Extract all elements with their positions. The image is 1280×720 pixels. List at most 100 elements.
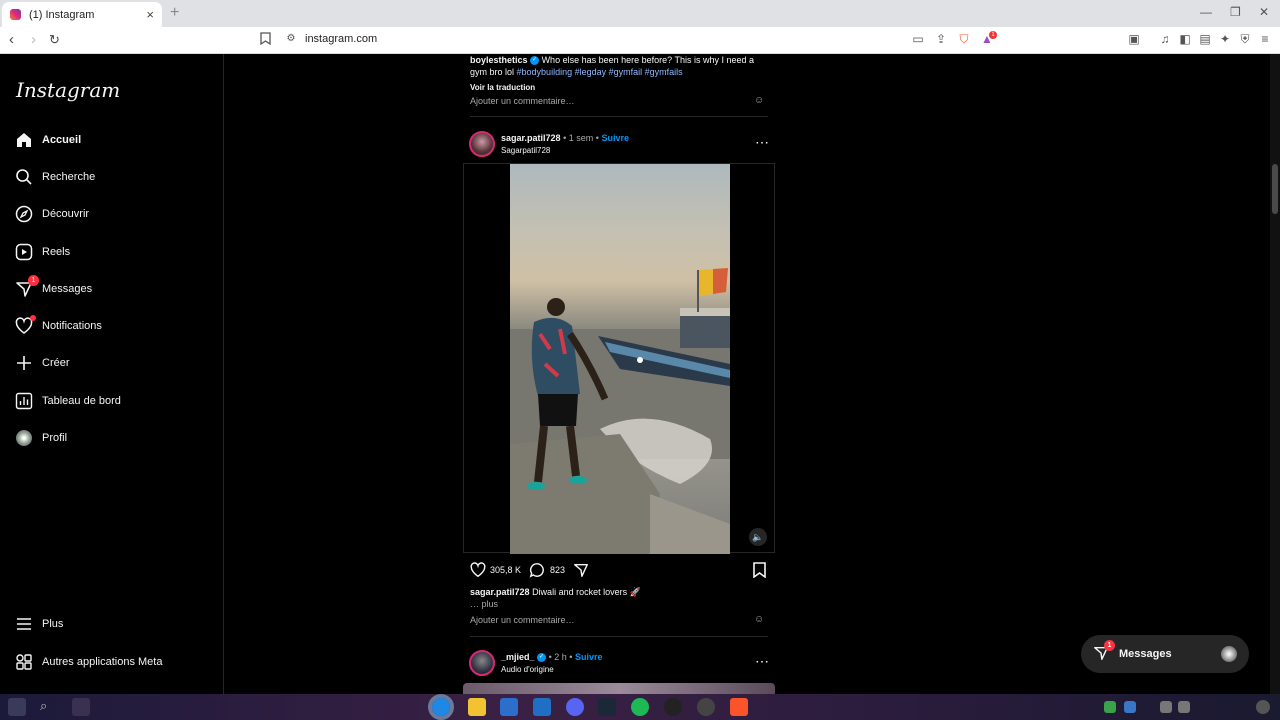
nav-messages[interactable]: 1 Messages (14, 275, 92, 301)
forward-icon[interactable]: › (31, 31, 36, 49)
nav-create[interactable]: Créer (14, 351, 70, 375)
discord-icon[interactable] (566, 698, 584, 716)
post-author-avatar[interactable] (469, 131, 495, 157)
separator-dot: • (563, 133, 567, 143)
like-icon[interactable] (470, 562, 486, 583)
volume-tray-icon[interactable] (1178, 701, 1190, 713)
nav-meta-apps[interactable]: Autres applications Meta (14, 650, 162, 674)
next-post-media[interactable] (463, 683, 775, 694)
messages-pill-label: Messages (1119, 648, 1172, 660)
task-view-icon[interactable] (72, 698, 90, 716)
new-tab-button[interactable]: + (170, 4, 179, 22)
app-icon[interactable] (664, 698, 682, 716)
bookmark-icon[interactable] (258, 32, 272, 46)
nav-explore[interactable]: Découvrir (14, 202, 89, 226)
caption-username[interactable]: sagar.patil728 (470, 587, 530, 597)
nav-notifications[interactable]: Notifications (14, 314, 102, 338)
prev-post-caption: Who else has been here before? This is w… (541, 55, 755, 65)
messages-pill[interactable]: 1 Messages (1081, 635, 1249, 673)
post-comment-input[interactable]: Ajouter un commentaire… (470, 615, 575, 625)
next-follow-button[interactable]: Suivre (575, 652, 603, 662)
search-icon (14, 167, 34, 187)
share-icon[interactable] (573, 562, 589, 583)
reader-icon[interactable]: ◧ (1178, 32, 1192, 46)
prev-post-username[interactable]: boylesthetics (470, 55, 528, 65)
comment-icon[interactable] (529, 562, 545, 583)
compass-icon (14, 204, 34, 224)
brave-taskbar-icon[interactable] (730, 698, 748, 716)
caption-more-link[interactable]: … plus (470, 599, 498, 609)
prev-post-hashtags[interactable]: #bodybuilding #legday #gymfail #gymfails (517, 67, 683, 77)
nav-more[interactable]: Plus (14, 612, 63, 636)
next-post-audio[interactable]: Audio d'origine (501, 665, 554, 674)
page-scrollbar[interactable] (1270, 54, 1280, 694)
nav-search[interactable]: Recherche (14, 165, 95, 189)
cast-icon[interactable]: ▭ (911, 32, 925, 46)
back-icon[interactable]: ‹ (9, 31, 14, 49)
nav-reels[interactable]: Reels (14, 240, 70, 264)
wallet-icon[interactable]: ▤ (1198, 32, 1212, 46)
post-video[interactable]: 🔈 (463, 163, 775, 554)
sidebar-toggle-icon[interactable]: ▣ (1127, 32, 1141, 46)
file-explorer-icon[interactable] (468, 698, 486, 716)
restore-icon[interactable]: ❐ (1230, 5, 1241, 19)
brave-shield-icon[interactable]: ⛉ (957, 32, 971, 46)
notification-center-icon[interactable] (1256, 700, 1270, 714)
store-icon[interactable] (500, 698, 518, 716)
spotify-icon[interactable] (631, 698, 649, 716)
outlook-icon[interactable] (533, 698, 551, 716)
nav-profile[interactable]: Profil (14, 426, 67, 450)
windows-taskbar: ⌕ (0, 694, 1280, 720)
verified-icon: ✓ (530, 56, 540, 66)
tray-icon[interactable] (1104, 701, 1116, 713)
tab-close-icon[interactable]: × (146, 7, 154, 22)
menu-icon[interactable]: ≡ (1258, 32, 1272, 46)
like-count[interactable]: 305,8 K (490, 565, 521, 575)
nav-label: Accueil (42, 134, 82, 146)
follow-button[interactable]: Suivre (601, 133, 629, 143)
save-icon[interactable] (752, 562, 767, 583)
instagram-favicon-icon (10, 9, 21, 20)
edge-icon[interactable] (428, 694, 454, 720)
taskbar-search-icon[interactable]: ⌕ (40, 698, 58, 716)
contact-avatar (1221, 646, 1237, 662)
nav-dashboard[interactable]: Tableau de bord (14, 389, 121, 413)
url-bar[interactable]: instagram.com (305, 33, 377, 45)
prev-post-comment-input[interactable]: Ajouter un commentaire… (470, 96, 575, 106)
meta-apps-icon (14, 652, 34, 672)
app-icon[interactable] (697, 698, 715, 716)
next-post-avatar[interactable] (469, 650, 495, 676)
site-settings-icon[interactable]: ⚙ (284, 32, 298, 46)
close-window-icon[interactable]: ✕ (1259, 5, 1269, 19)
post-subtitle: Sagarpatil728 (501, 146, 551, 155)
messages-badge: 1 (28, 275, 39, 286)
more-options-icon[interactable]: ⋯ (755, 134, 770, 151)
reload-icon[interactable]: ↻ (49, 31, 60, 49)
minimize-icon[interactable]: — (1200, 5, 1212, 19)
share-icon[interactable]: ⇪ (934, 32, 948, 46)
comment-count[interactable]: 823 (550, 565, 565, 575)
browser-tab[interactable]: (1) Instagram × (2, 2, 162, 27)
vpn-icon[interactable]: ⛨ (1238, 32, 1252, 46)
tray-icon[interactable] (1124, 701, 1136, 713)
wifi-icon[interactable] (1160, 701, 1172, 713)
start-icon[interactable] (8, 698, 26, 716)
volume-icon[interactable]: 🔈 (749, 528, 767, 546)
video-cursor (637, 357, 643, 363)
emoji-icon[interactable]: ☺ (754, 95, 764, 106)
scrollbar-thumb[interactable] (1272, 164, 1278, 214)
next-more-options-icon[interactable]: ⋯ (755, 653, 770, 670)
see-translation-link[interactable]: Voir la traduction (470, 83, 535, 92)
steam-icon[interactable] (598, 698, 616, 716)
nav-label: Créer (42, 357, 70, 369)
instagram-logo[interactable]: Instagram (16, 78, 120, 102)
post-header-line: sagar.patil728 • 1 sem • Suivre (501, 133, 629, 143)
emoji-icon[interactable]: ☺ (754, 614, 764, 625)
nav-home[interactable]: Accueil (14, 128, 81, 152)
leo-ai-icon[interactable]: ✦ (1218, 32, 1232, 46)
post-username[interactable]: sagar.patil728 (501, 133, 561, 143)
prev-post-caption-line1: boylesthetics ✓ Who else has been here b… (470, 55, 755, 66)
heart-icon (14, 315, 36, 336)
next-post-username[interactable]: _mjied_ (501, 652, 535, 662)
music-icon[interactable]: ♫ (1158, 32, 1172, 46)
